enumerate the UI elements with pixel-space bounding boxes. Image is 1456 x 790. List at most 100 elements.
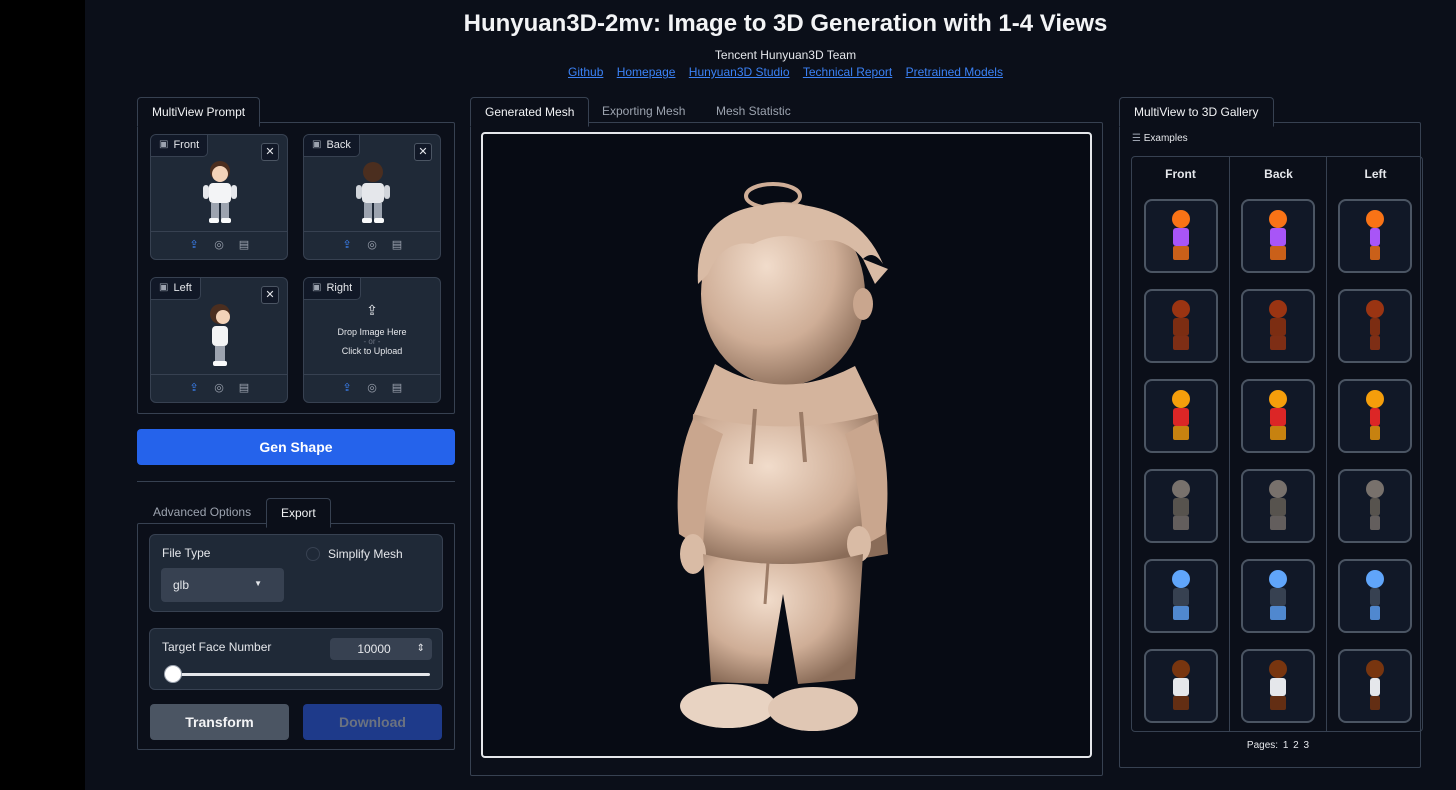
upload-icon[interactable]: ⇪	[341, 382, 354, 395]
page-title: Hunyuan3D-2mv: Image to 3D Generation wi…	[463, 10, 1108, 37]
example-thumbnail[interactable]	[1241, 289, 1315, 363]
character-left-image	[210, 304, 230, 366]
example-thumbnail[interactable]	[1241, 469, 1315, 543]
example-character-image	[1366, 210, 1384, 260]
clipboard-icon[interactable]: ▤	[391, 382, 404, 395]
link-github[interactable]: Github	[568, 65, 603, 79]
example-thumbnail[interactable]	[1338, 199, 1412, 273]
tab-mesh-statistic[interactable]: Mesh Statistic	[702, 97, 805, 125]
target-face-value: 10000	[357, 642, 391, 656]
left-label: ▣ Left	[151, 278, 201, 300]
example-character-image	[1269, 660, 1287, 710]
header-links: Github Homepage Hunyuan3D Studio Technic…	[85, 65, 1456, 79]
back-image-card[interactable]: ▣ Back ✕ ⇪ ◎ ▤	[303, 134, 441, 260]
example-thumbnail[interactable]	[1338, 289, 1412, 363]
mesh-viewer[interactable]	[481, 132, 1092, 758]
column-header-front: Front	[1165, 167, 1196, 181]
upload-icon[interactable]: ⇪	[188, 382, 201, 395]
webcam-icon[interactable]: ◎	[213, 239, 226, 252]
pagination: Pages: 1 2 3	[1131, 740, 1423, 751]
link-technical-report[interactable]: Technical Report	[803, 65, 892, 79]
right-image-card[interactable]: ▣ Right ⇪ Drop Image Here - or - Click to…	[303, 277, 441, 403]
upload-icon[interactable]: ⇪	[188, 239, 201, 252]
clipboard-icon[interactable]: ▤	[238, 239, 251, 252]
right-dropzone[interactable]: ⇪ Drop Image Here - or - Click to Upload	[304, 300, 440, 374]
target-face-slider[interactable]	[172, 673, 430, 676]
example-thumbnail[interactable]	[1241, 379, 1315, 453]
example-character-image	[1172, 390, 1190, 440]
column-divider	[1326, 157, 1327, 731]
target-face-input[interactable]: 10000 ⇕	[330, 638, 432, 660]
list-icon: ☰	[1132, 133, 1144, 144]
left-card-tools: ⇪ ◎ ▤	[151, 374, 287, 402]
right-label-text: Right	[326, 282, 353, 294]
tab-generated-mesh[interactable]: Generated Mesh	[470, 97, 590, 127]
page-3-link[interactable]: 3	[1304, 740, 1310, 751]
column-header-back: Back	[1264, 167, 1293, 181]
page-2-link[interactable]: 2	[1293, 740, 1299, 751]
example-character-image	[1366, 570, 1384, 620]
spinner-icon[interactable]: ⇕	[417, 638, 425, 660]
pages-label: Pages:	[1246, 740, 1279, 751]
example-thumbnail[interactable]	[1144, 289, 1218, 363]
simplify-mesh-label: Simplify Mesh	[328, 547, 403, 561]
tab-advanced-options[interactable]: Advanced Options	[139, 498, 265, 526]
examples-table: Front Back Left	[1131, 156, 1423, 732]
divider	[137, 481, 455, 482]
example-character-image	[1269, 570, 1287, 620]
example-thumbnail[interactable]	[1241, 559, 1315, 633]
transform-button[interactable]: Transform	[150, 704, 289, 740]
example-thumbnail[interactable]	[1338, 469, 1412, 543]
link-pretrained-models[interactable]: Pretrained Models	[906, 65, 1003, 79]
clipboard-icon[interactable]: ▤	[391, 239, 404, 252]
upload-icon[interactable]: ⇪	[341, 239, 354, 252]
page-1-link[interactable]: 1	[1283, 740, 1289, 751]
front-image-card[interactable]: ▣ Front ✕ ⇪ ◎ ▤	[150, 134, 288, 260]
character-front-image	[203, 161, 237, 223]
back-label: ▣ Back	[304, 135, 360, 157]
app-root: Hunyuan3D-2mv: Image to 3D Generation wi…	[85, 0, 1456, 790]
character-back-image	[356, 162, 390, 223]
front-card-tools: ⇪ ◎ ▤	[151, 231, 287, 259]
example-character-image	[1269, 480, 1287, 530]
image-icon: ▣	[159, 139, 169, 150]
example-character-image	[1366, 480, 1384, 530]
download-button[interactable]: Download	[303, 704, 442, 740]
example-character-image	[1172, 480, 1190, 530]
example-thumbnail[interactable]	[1241, 199, 1315, 273]
example-thumbnail[interactable]	[1338, 559, 1412, 633]
example-thumbnail[interactable]	[1338, 379, 1412, 453]
tab-multiview-prompt[interactable]: MultiView Prompt	[137, 97, 261, 127]
example-thumbnail[interactable]	[1338, 649, 1412, 723]
file-type-value: glb	[173, 578, 190, 592]
tab-gallery[interactable]: MultiView to 3D Gallery	[1119, 97, 1274, 127]
link-homepage[interactable]: Homepage	[617, 65, 676, 79]
clipboard-icon[interactable]: ▤	[238, 382, 251, 395]
file-type-select[interactable]: glb ▼	[161, 568, 284, 602]
example-thumbnail[interactable]	[1241, 649, 1315, 723]
left-label-text: Left	[173, 282, 192, 294]
link-studio[interactable]: Hunyuan3D Studio	[689, 65, 790, 79]
example-thumbnail[interactable]	[1144, 469, 1218, 543]
webcam-icon[interactable]: ◎	[366, 239, 379, 252]
drop-image-text: Drop Image Here	[337, 327, 407, 337]
example-thumbnail[interactable]	[1144, 649, 1218, 723]
slider-thumb[interactable]	[164, 665, 182, 683]
simplify-mesh-checkbox[interactable]	[306, 547, 320, 561]
image-icon: ▣	[159, 282, 169, 293]
example-thumbnail[interactable]	[1144, 379, 1218, 453]
tab-export[interactable]: Export	[266, 498, 331, 528]
front-label: ▣ Front	[151, 135, 209, 157]
example-character-image	[1172, 660, 1190, 710]
column-header-left: Left	[1364, 167, 1387, 181]
example-thumbnail[interactable]	[1144, 199, 1218, 273]
webcam-icon[interactable]: ◎	[213, 382, 226, 395]
gen-shape-button[interactable]: Gen Shape	[137, 429, 455, 465]
example-character-image	[1172, 210, 1190, 260]
example-thumbnail[interactable]	[1144, 559, 1218, 633]
left-image-card[interactable]: ▣ Left ✕ ⇪ ◎ ▤	[150, 277, 288, 403]
example-character-image	[1366, 660, 1384, 710]
webcam-icon[interactable]: ◎	[366, 382, 379, 395]
example-character-image	[1172, 570, 1190, 620]
tab-exporting-mesh[interactable]: Exporting Mesh	[588, 97, 699, 125]
